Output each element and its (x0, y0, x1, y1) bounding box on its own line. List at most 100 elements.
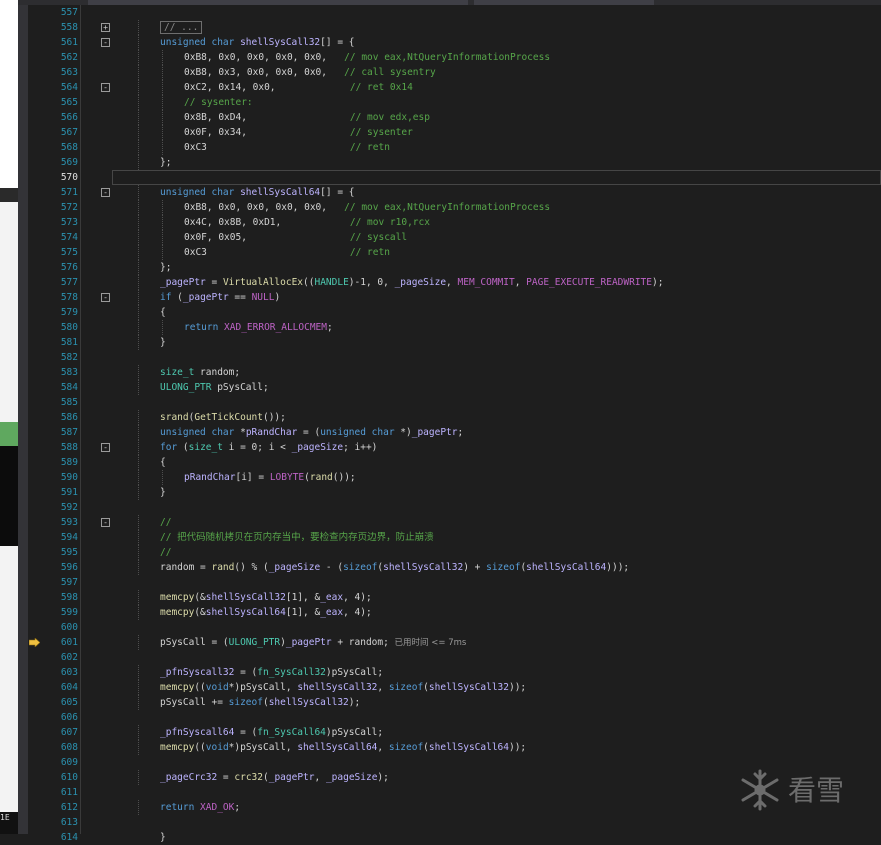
collapse-icon[interactable]: - (101, 443, 110, 452)
collapse-icon[interactable]: - (101, 38, 110, 47)
token: fn_SysCall64 (257, 727, 326, 738)
code-line[interactable]: 586 srand(GetTickCount()); (61, 410, 881, 425)
token: fn_SysCall32 (257, 667, 326, 678)
token: _pageSize (268, 562, 321, 573)
code-line[interactable]: 605 pSysCall += sizeof(shellSysCall32); (61, 695, 881, 710)
code-line[interactable]: 590 pRandChar[i] = LOBYTE(rand()); (61, 470, 881, 485)
collapse-icon[interactable]: - (101, 83, 110, 92)
code-line[interactable]: 565 // sysenter: (61, 95, 881, 110)
code-line[interactable]: 591} (61, 485, 881, 500)
code-line[interactable]: 597 (61, 575, 881, 590)
code-line[interactable]: 602 (61, 650, 881, 665)
code-line[interactable]: 604 memcpy((void*)pSysCall, shellSysCall3… (61, 680, 881, 695)
indent-guide (162, 200, 163, 215)
code-line[interactable]: 585 (61, 395, 881, 410)
token: _pageSize (325, 772, 378, 783)
token: LOBYTE (269, 472, 305, 483)
code-line[interactable]: 593 - // (61, 515, 881, 530)
indent-guide (138, 665, 139, 680)
code-line[interactable]: 571 - unsigned char shellSysCall64[] = { (61, 185, 881, 200)
token: } (160, 337, 166, 348)
code-line[interactable]: 569}; (61, 155, 881, 170)
code-line[interactable]: 580 return XAD_ERROR_ALLOCMEM; (61, 320, 881, 335)
collapsed-region[interactable]: // ... (160, 21, 203, 34)
code-line[interactable]: 600 (61, 620, 881, 635)
line-number: 585 (60, 397, 78, 408)
code-line[interactable]: 584 ULONG_PTR pSysCall; (61, 380, 881, 395)
collapse-icon[interactable]: - (101, 518, 110, 527)
code-line[interactable]: 557 (61, 5, 881, 20)
code-line[interactable]: 596 random = rand() % (_pageSize - (sizeo… (61, 560, 881, 575)
indent-guide (138, 110, 139, 125)
perf-tip[interactable]: 已用时间 <= 7ms (395, 638, 467, 648)
line-number: 564 (60, 82, 78, 93)
code-line[interactable]: 574 0x0F, 0x05, // syscall (61, 230, 881, 245)
code-line[interactable]: 589 { (61, 455, 881, 470)
code-line[interactable]: 563 0xB8, 0x3, 0x0, 0x0, 0x0, // call sys… (61, 65, 881, 80)
code-line[interactable]: 573 0x4C, 0x8B, 0xD1, // mov r10,rcx (61, 215, 881, 230)
code-line[interactable]: 595 // (61, 545, 881, 560)
token: shellSysCall64 (240, 187, 321, 198)
code-line[interactable]: 579 { (61, 305, 881, 320)
code-line[interactable]: 603 _pfnSyscall32 = (fn_SysCall32)pSysCal… (61, 665, 881, 680)
code-line[interactable]: 588 - for (size_t i = 0; i < _pageSize; i+… (61, 440, 881, 455)
code-line[interactable]: 608 memcpy((void*)pSysCall, shellSysCall6… (61, 740, 881, 755)
code-line[interactable]: 576}; (61, 260, 881, 275)
code-line[interactable]: 592 (61, 500, 881, 515)
expand-icon[interactable]: + (101, 23, 110, 32)
code-text: unsigned char *pRandChar = (unsigned cha… (160, 425, 463, 440)
token: return (160, 802, 201, 813)
token: shellSysCall32 (268, 697, 349, 708)
token: *) (400, 427, 412, 438)
indicator-margin[interactable] (18, 5, 28, 834)
line-number: 587 (60, 427, 78, 438)
code-text: ULONG_PTR pSysCall; (160, 380, 269, 395)
code-line[interactable]: 599 memcpy(&shellSysCall64[1], &_eax, 4); (61, 605, 881, 620)
code-line[interactable]: 614} (61, 830, 881, 845)
token: ()); (262, 412, 286, 423)
token: unsigned char (320, 427, 401, 438)
code-line[interactable]: 578 - if (_pagePtr == NULL) (61, 290, 881, 305)
code-line[interactable]: 572 0xB8, 0x0, 0x0, 0x0, 0x0, // mov eax,… (61, 200, 881, 215)
indent-guide (162, 50, 163, 65)
code-line[interactable]: 575 0xC3 // retn (61, 245, 881, 260)
code-line[interactable]: 581} (61, 335, 881, 350)
code-line[interactable]: 582 (61, 350, 881, 365)
indent-guide (138, 770, 139, 785)
code-line[interactable]: 564 - 0xC2, 0x14, 0x0, // ret 0x14 (61, 80, 881, 95)
watermark-text: 看雪 (788, 774, 845, 807)
token: // mov r10,rcx (349, 217, 430, 228)
code-line[interactable]: 561 - unsigned char shellSysCall32[] = { (61, 35, 881, 50)
code-line[interactable]: 558 + // ... (61, 20, 881, 35)
code-line[interactable]: 567 0x0F, 0x34, // sysenter (61, 125, 881, 140)
token: _pageCrc32 (160, 772, 218, 783)
indent-guide (162, 470, 163, 485)
code-line[interactable]: 566 0x8B, 0xD4, // mov edx,esp (61, 110, 881, 125)
token: // ret 0x14 (349, 82, 413, 93)
code-line[interactable]: 601 pSysCall = (ULONG_PTR)_pagePtr + rand… (61, 635, 881, 650)
code-text: { (160, 455, 166, 470)
code-line[interactable]: 583 size_t random; (61, 365, 881, 380)
code-text: } (160, 485, 166, 500)
code-text: }; (160, 260, 171, 275)
indent-guide (138, 155, 139, 170)
code-line[interactable]: 568 0xC3 // retn (61, 140, 881, 155)
code-line[interactable]: 594 // 把代码随机拷贝在页内存当中，要检查内存页边界，防止崩溃 (61, 530, 881, 545)
token: , (377, 742, 389, 753)
token: )); (508, 742, 527, 753)
collapse-icon[interactable]: - (101, 188, 110, 197)
collapse-icon[interactable]: - (101, 293, 110, 302)
indent-guide (138, 320, 139, 335)
code-text: } (160, 830, 166, 845)
token: shellSysCall32 (205, 592, 286, 603)
code-line[interactable]: 606 (61, 710, 881, 725)
code-line[interactable]: 587 unsigned char *pRandChar = (unsigned … (61, 425, 881, 440)
code-line[interactable]: 598 memcpy(&shellSysCall32[1], &_eax, 4); (61, 590, 881, 605)
code-line[interactable]: 570 (61, 170, 881, 185)
code-line[interactable]: 562 0xB8, 0x0, 0x0, 0x0, 0x0, // mov eax,… (61, 50, 881, 65)
indent-guide (162, 95, 163, 110)
code-line[interactable]: 607 _pfnSyscall64 = (fn_SysCall64)pSysCal… (61, 725, 881, 740)
code-line[interactable]: 613 (61, 815, 881, 830)
token: (& (194, 592, 206, 603)
code-line[interactable]: 577 _pagePtr = VirtualAllocEx((HANDLE)-1,… (61, 275, 881, 290)
